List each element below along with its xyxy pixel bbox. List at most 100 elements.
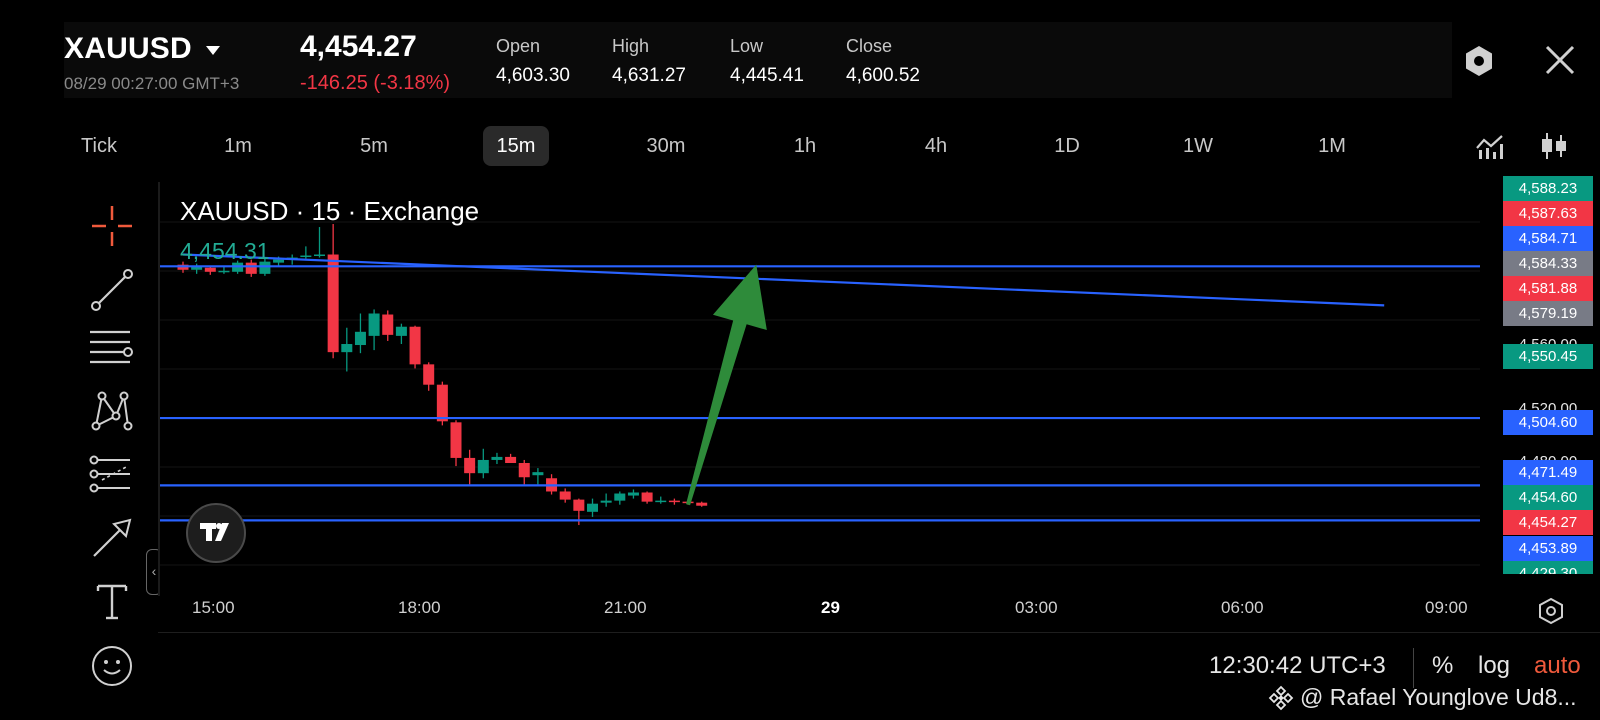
tab-1d[interactable]: 1D	[1040, 126, 1094, 166]
trend-line	[182, 253, 1385, 307]
chart-pane[interactable]	[158, 182, 1480, 596]
arrow-tool[interactable]	[88, 514, 136, 562]
time-label-day: 29	[821, 598, 840, 617]
tab-5m[interactable]: 5m	[344, 126, 404, 166]
candle-body	[382, 314, 394, 335]
time-label: 15:00	[192, 598, 235, 617]
emoji-icon	[92, 646, 132, 686]
quote-header: XAUUSD 08/29 00:27:00 GMT+3 4,454.27 -14…	[64, 22, 1452, 98]
pattern-icon	[91, 391, 133, 431]
chevron-down-icon	[205, 45, 220, 55]
ohlc-close-label: Close	[846, 36, 893, 56]
pattern-tool[interactable]	[88, 386, 136, 434]
price-tag: 4,581.88	[1503, 276, 1593, 301]
price-tag: 4,587.63	[1503, 201, 1593, 226]
ohlc-close: Close 4,600.52	[846, 36, 920, 87]
tab-1m-month[interactable]: 1M	[1302, 126, 1362, 166]
indicators-button[interactable]	[1474, 130, 1506, 162]
tab-1m[interactable]: 1m	[208, 126, 268, 166]
forecast-tool[interactable]	[88, 450, 136, 498]
candle-body	[573, 499, 585, 511]
ohlc-close-value: 4,600.52	[846, 65, 920, 86]
chart-legend-title: XAUUSD · 15 · Exchange	[180, 196, 480, 226]
trend-line-tool[interactable]	[88, 266, 136, 314]
hexagon-settings-icon	[1466, 46, 1492, 76]
price-tag: 4,550.45	[1503, 344, 1593, 369]
forecast-icon	[89, 455, 130, 493]
text-icon	[96, 584, 128, 620]
time-label: 03:00	[1015, 598, 1058, 617]
last-price: 4,454.27	[300, 30, 417, 63]
price-change: -146.25 (-3.18%)	[300, 72, 451, 94]
emoji-tool[interactable]	[88, 642, 136, 690]
price-tag: 4,579.19	[1503, 301, 1593, 326]
candle-body	[204, 267, 216, 272]
ohlc-high-value: 4,631.27	[612, 65, 686, 86]
candle-body	[641, 492, 653, 502]
quote-datetime: 08/29 00:27:00 GMT+3	[64, 74, 240, 93]
price-tag: 4,504.60	[1503, 410, 1593, 435]
candle-body	[327, 254, 339, 353]
time-label: 18:00	[398, 598, 441, 617]
candle-body	[436, 384, 448, 422]
percent-scale-button[interactable]: %	[1432, 652, 1453, 680]
candle-body	[300, 255, 312, 258]
axis-settings-button[interactable]	[1536, 596, 1566, 626]
candle-body	[218, 270, 230, 273]
footer-separator	[1413, 648, 1414, 688]
crosshair-icon	[92, 206, 132, 246]
price-tag: 4,584.33	[1503, 251, 1593, 276]
candle-body	[368, 313, 380, 336]
candle-body	[491, 456, 503, 460]
price-tag: 4,454.60	[1503, 485, 1593, 510]
time-label: 06:00	[1221, 598, 1264, 617]
candlestick-chart-type-icon	[1542, 133, 1566, 159]
symbol-name: XAUUSD	[64, 32, 192, 65]
text-tool[interactable]	[88, 578, 136, 626]
settings-button[interactable]	[1462, 44, 1496, 78]
footer-divider	[158, 632, 1600, 633]
candle-body	[655, 500, 667, 503]
horizontal-lines-icon	[90, 330, 133, 364]
watermark: @ Rafael Younglove Ud8...	[1268, 684, 1577, 711]
tab-30m[interactable]: 30m	[632, 126, 700, 166]
tab-4h[interactable]: 4h	[910, 126, 962, 166]
auto-scale-button[interactable]: auto	[1534, 652, 1581, 680]
price-tag: 4,429.30	[1503, 561, 1593, 574]
watermark-text: @ Rafael Younglove Ud8...	[1300, 684, 1577, 710]
price-tag: 4,453.89	[1503, 536, 1593, 561]
symbol-selector[interactable]: XAUUSD	[64, 32, 220, 66]
candle-body	[587, 503, 598, 512]
candle-body	[450, 422, 462, 458]
crosshair-tool[interactable]	[88, 202, 136, 250]
log-scale-button[interactable]: log	[1478, 652, 1510, 680]
arrow-icon	[93, 518, 132, 557]
chart-type-button[interactable]	[1538, 130, 1570, 162]
annotation-arrow	[686, 264, 767, 506]
ohlc-high-label: High	[612, 36, 650, 56]
time-label: 09:00	[1425, 598, 1468, 617]
price-chart[interactable]	[160, 182, 1480, 596]
horizontal-lines-tool[interactable]	[88, 324, 136, 372]
binance-logo-icon	[1268, 685, 1294, 710]
close-button[interactable]	[1542, 42, 1578, 78]
price-tag: 4,588.23	[1503, 176, 1593, 201]
tradingview-logo[interactable]	[186, 503, 246, 563]
candle-body	[395, 326, 407, 336]
chart-legend-price: 4,454.31	[180, 238, 270, 264]
candle-body	[668, 500, 680, 503]
tv-logo-icon	[200, 523, 229, 541]
candle-body	[354, 331, 366, 346]
tab-tick[interactable]: Tick	[68, 126, 130, 166]
tab-15m[interactable]: 15m	[483, 126, 549, 166]
candle-body	[314, 254, 325, 257]
chart-clock[interactable]: 12:30:42 UTC+3	[1209, 652, 1386, 680]
candle-body	[273, 259, 285, 263]
candle-body	[409, 326, 421, 365]
tab-1w[interactable]: 1W	[1168, 126, 1228, 166]
tab-1h[interactable]: 1h	[780, 126, 830, 166]
price-tag: 4,454.27	[1503, 510, 1593, 535]
candle-body	[464, 457, 476, 474]
candle-body	[518, 463, 530, 478]
candle-body	[341, 344, 353, 353]
